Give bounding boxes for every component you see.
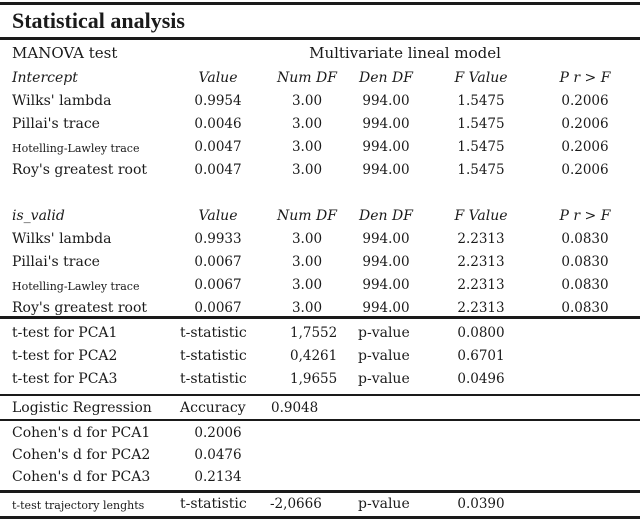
table-cell: 0.0830 (561, 231, 609, 247)
stat-label: t-statistic (180, 496, 247, 512)
statistic-name: Roy's greatest root (12, 300, 147, 316)
rule-title (0, 37, 640, 40)
page-title: Statistical analysis (12, 8, 185, 33)
table-cell: 994.00 (362, 116, 410, 132)
p-label: p-value (358, 371, 410, 387)
table-cell: 0.0067 (194, 254, 242, 270)
column-header: Den DF (359, 70, 413, 86)
table-cell: 0.0830 (561, 277, 609, 293)
table-cell: 0.0067 (194, 277, 242, 293)
table-cell: 3.00 (291, 231, 323, 247)
rule-cohens-end (0, 490, 640, 493)
table-cell: 2.2313 (457, 300, 505, 316)
table-cell: 1.5475 (457, 162, 505, 178)
p-value: 0.0390 (457, 496, 505, 512)
table-cell: 0.0046 (194, 116, 242, 132)
stat-label: t-statistic (180, 325, 247, 341)
table-cell: 3.00 (291, 116, 323, 132)
column-header: Num DF (277, 208, 337, 224)
trajectory-name: t-test trajectory lenghts (12, 499, 145, 512)
statistic-name: Hotelling-Lawley trace (12, 280, 140, 293)
table-cell: 0.9933 (194, 231, 242, 247)
table-cell: 994.00 (362, 162, 410, 178)
logistic-value: 0.9048 (271, 400, 319, 416)
manova-model: Multivariate lineal model (309, 44, 501, 62)
cohens-name: Cohen's d for PCA2 (12, 447, 151, 463)
column-header: Value (198, 70, 238, 86)
table-cell: 994.00 (362, 277, 410, 293)
table-cell: 1.5475 (457, 116, 505, 132)
table-cell: 2.2313 (457, 231, 505, 247)
table-cell: 0.2006 (561, 116, 609, 132)
table-cell: 3.00 (291, 139, 323, 155)
stat-value: 0,4261 (290, 348, 338, 364)
logistic-metric: Accuracy (180, 400, 246, 416)
table-cell: 994.00 (362, 231, 410, 247)
cohens-name: Cohen's d for PCA3 (12, 469, 151, 485)
table-cell: 3.00 (291, 162, 323, 178)
table-cell: 0.2006 (561, 139, 609, 155)
statistic-name: Roy's greatest root (12, 162, 147, 178)
ttest-name: t-test for PCA1 (12, 325, 118, 341)
table-cell: 0.0047 (194, 139, 242, 155)
statistic-name: Pillai's trace (12, 254, 100, 270)
table-cell: 0.9954 (194, 93, 242, 109)
table-cell: 3.00 (291, 254, 323, 270)
table-cell: 994.00 (362, 300, 410, 316)
ttest-name: t-test for PCA3 (12, 371, 118, 387)
table-cell: 0.0830 (561, 254, 609, 270)
table-cell: 994.00 (362, 93, 410, 109)
cohens-value: 0.0476 (194, 447, 242, 463)
column-header: Den DF (359, 208, 413, 224)
rule-top (0, 2, 640, 5)
cohens-value: 0.2006 (194, 425, 242, 441)
effect-label: is_valid (12, 208, 65, 224)
statistic-name: Wilks' lambda (12, 231, 112, 247)
stat-value: 1,7552 (290, 325, 338, 341)
p-label: p-value (358, 325, 410, 341)
stat-value: 1,9655 (290, 371, 338, 387)
table-cell: 994.00 (362, 139, 410, 155)
table-cell: 2.2313 (457, 254, 505, 270)
statistic-name: Wilks' lambda (12, 93, 112, 109)
p-value: 0.6701 (457, 348, 505, 364)
table-cell: 994.00 (362, 254, 410, 270)
cohens-name: Cohen's d for PCA1 (12, 425, 151, 441)
stat-value: -2,0666 (270, 496, 322, 512)
effect-label: Intercept (12, 70, 78, 86)
table-cell: 0.0830 (561, 300, 609, 316)
column-header: Num DF (277, 70, 337, 86)
stat-label: t-statistic (180, 348, 247, 364)
statistic-name: Hotelling-Lawley trace (12, 142, 140, 155)
stat-label: t-statistic (180, 371, 247, 387)
table-cell: 2.2313 (457, 277, 505, 293)
table-cell: 3.00 (291, 93, 323, 109)
ttest-name: t-test for PCA2 (12, 348, 118, 364)
table-cell: 3.00 (291, 300, 323, 316)
rule-logistic-end (0, 419, 640, 421)
statistic-name: Pillai's trace (12, 116, 100, 132)
table-cell: 0.0047 (194, 162, 242, 178)
table-cell: 1.5475 (457, 93, 505, 109)
p-label: p-value (358, 496, 410, 512)
p-value: 0.0800 (457, 325, 505, 341)
p-label: p-value (358, 348, 410, 364)
p-value: 0.0496 (457, 371, 505, 387)
table-cell: 1.5475 (457, 139, 505, 155)
column-header: F Value (454, 70, 508, 86)
column-header: F Value (454, 208, 508, 224)
column-header: P r > F (559, 208, 611, 224)
table-cell: 0.0067 (194, 300, 242, 316)
table-cell: 0.2006 (561, 162, 609, 178)
manova-label: MANOVA test (12, 44, 118, 62)
column-header: Value (198, 208, 238, 224)
cohens-value: 0.2134 (194, 469, 242, 485)
logistic-name: Logistic Regression (12, 400, 152, 416)
table-cell: 0.2006 (561, 93, 609, 109)
column-header: P r > F (559, 70, 611, 86)
table-cell: 3.00 (291, 277, 323, 293)
rule-ttest-end (0, 394, 640, 396)
